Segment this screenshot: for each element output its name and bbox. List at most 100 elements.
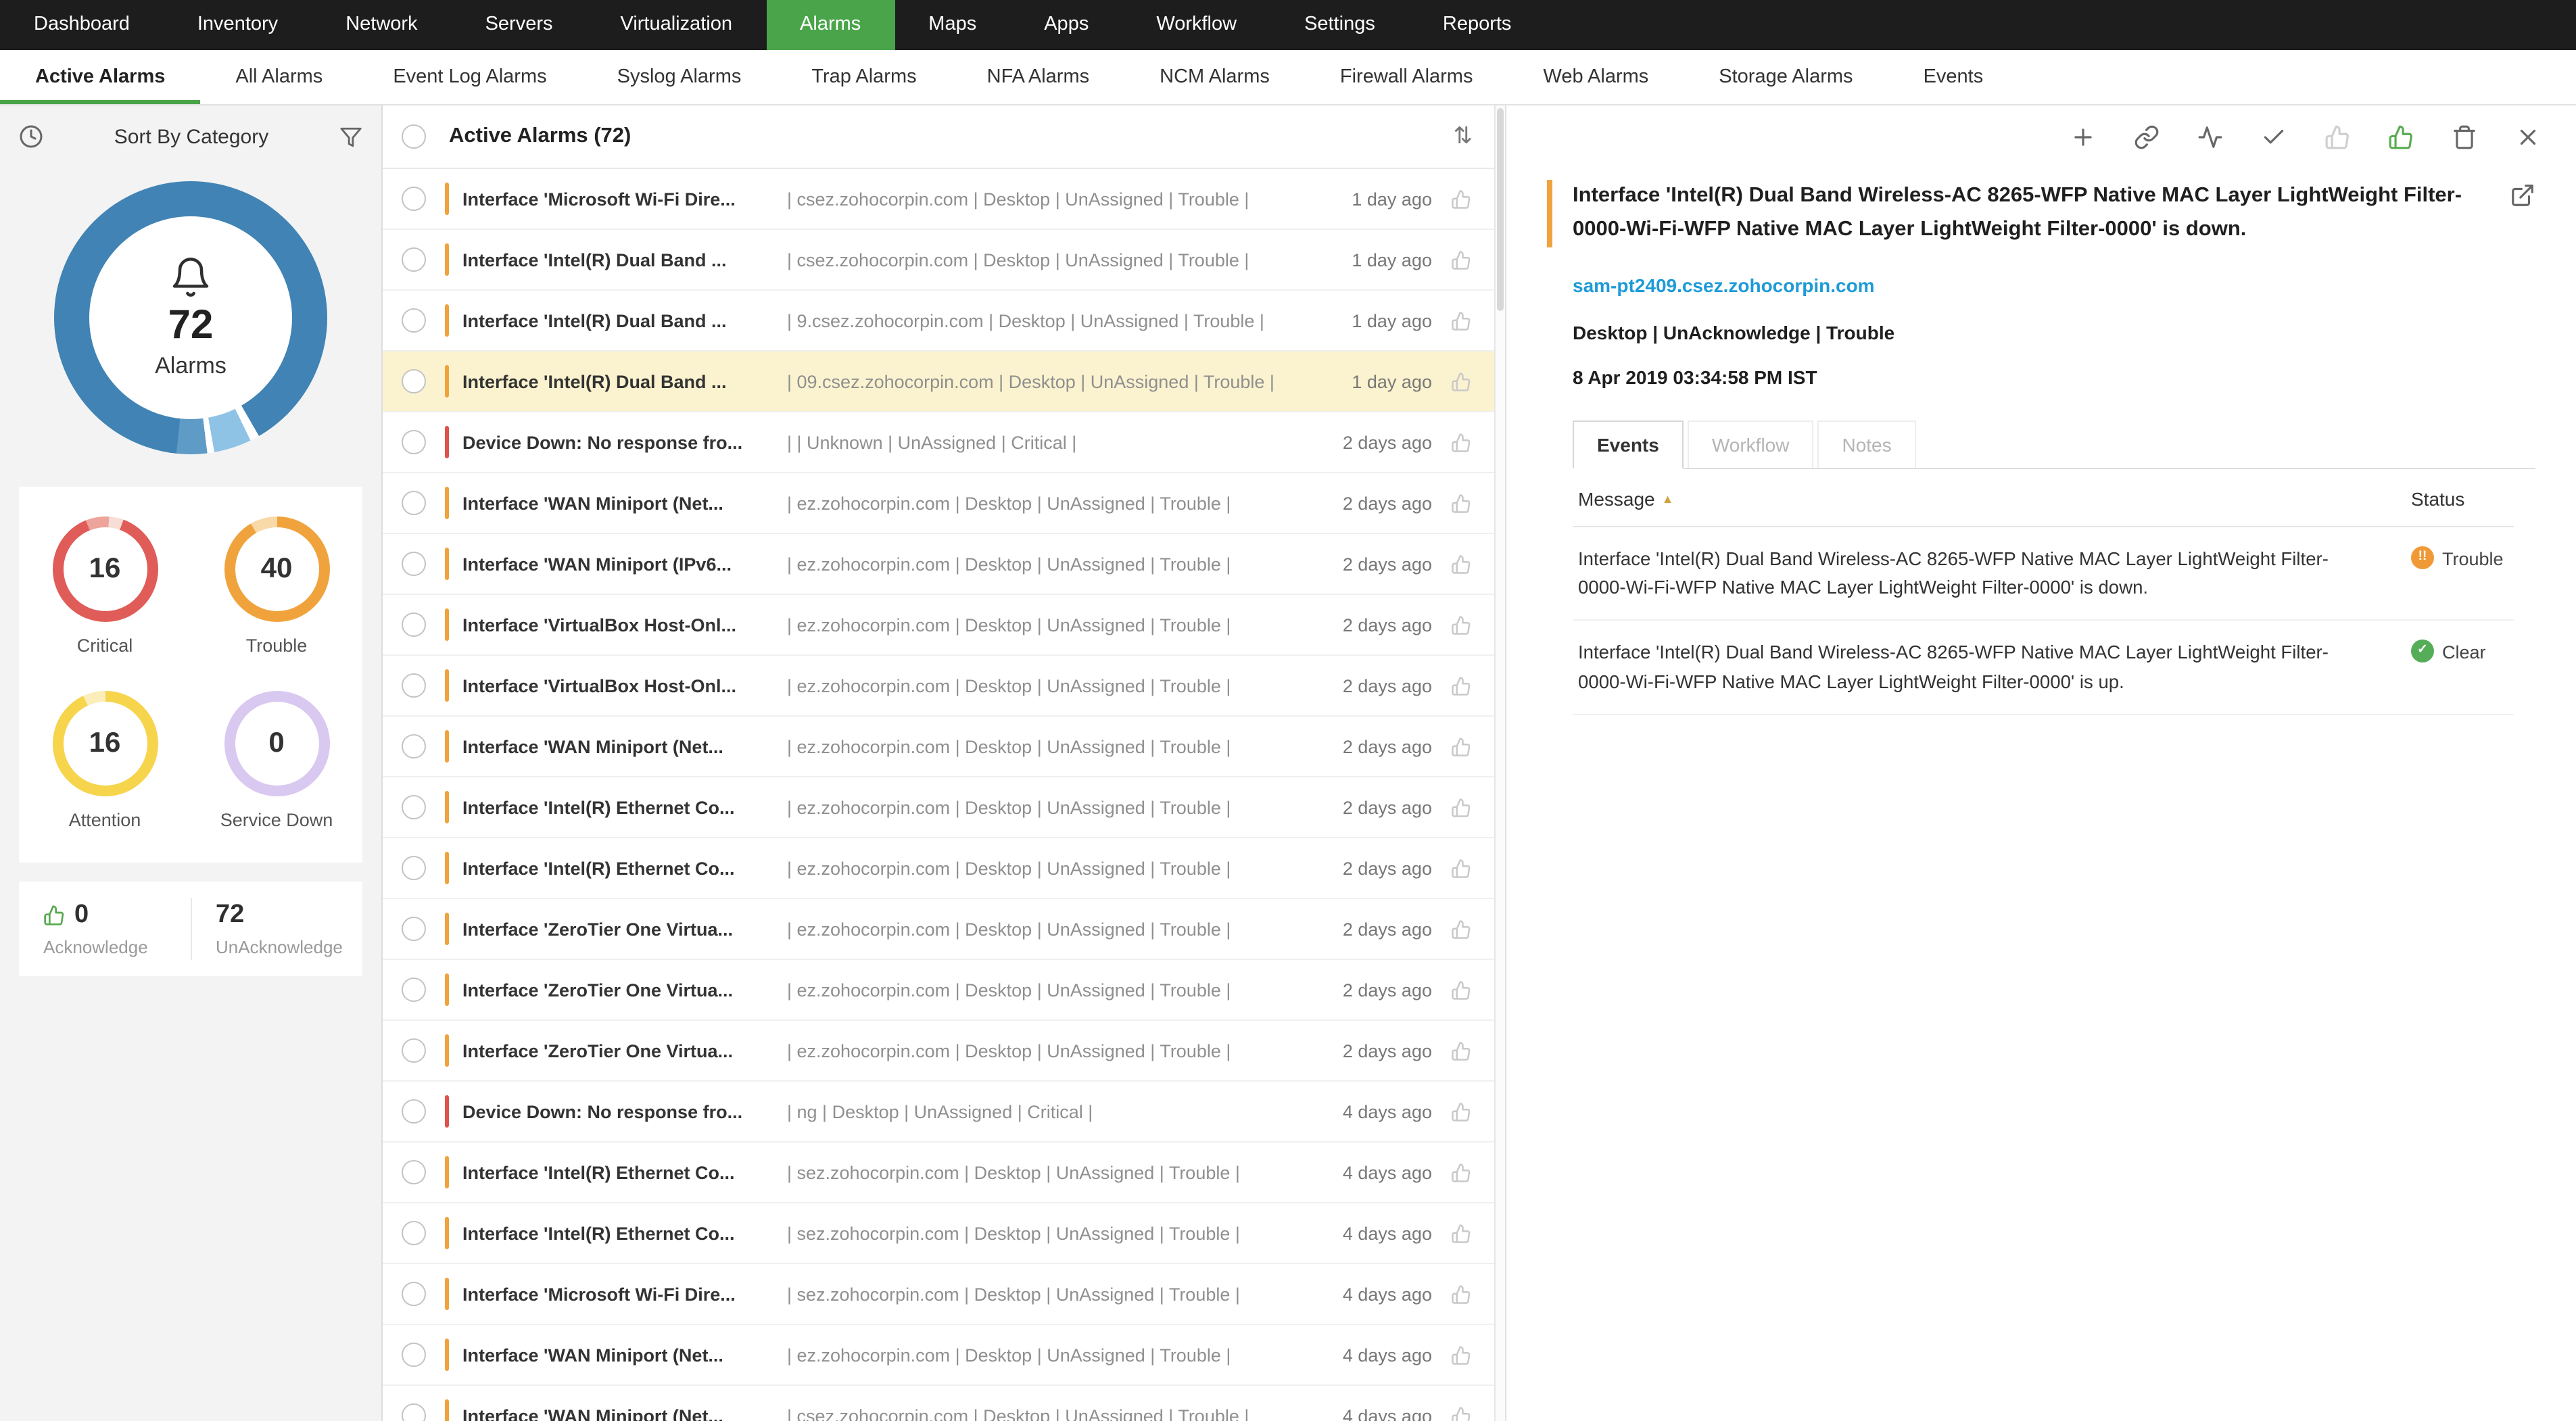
- alarm-row[interactable]: Interface 'Intel(R) Dual Band ... | 09.c…: [383, 352, 1494, 412]
- alarm-subtab[interactable]: NCM Alarms: [1124, 50, 1305, 104]
- row-checkbox[interactable]: [402, 978, 426, 1002]
- row-checkbox[interactable]: [402, 856, 426, 880]
- alarm-row[interactable]: Interface 'ZeroTier One Virtua... | ez.z…: [383, 1021, 1494, 1082]
- acknowledge-thumb-icon[interactable]: [1432, 1101, 1489, 1122]
- row-checkbox[interactable]: [402, 1099, 426, 1124]
- nav-item[interactable]: Servers: [452, 0, 587, 50]
- severity-stat[interactable]: 0 Service Down: [220, 691, 333, 830]
- event-row[interactable]: Interface 'Intel(R) Dual Band Wireless-A…: [1573, 621, 2514, 716]
- row-checkbox[interactable]: [402, 612, 426, 637]
- thumbs-up-green-icon[interactable]: [2388, 124, 2414, 150]
- nav-item[interactable]: Network: [312, 0, 451, 50]
- acknowledge-thumb-icon[interactable]: [1432, 858, 1489, 878]
- alarm-row[interactable]: Interface 'Microsoft Wi-Fi Dire... | cse…: [383, 169, 1494, 230]
- alarm-subtab[interactable]: Trap Alarms: [776, 50, 951, 104]
- acknowledge-thumb-icon[interactable]: [1432, 1405, 1489, 1421]
- acknowledge-thumb-icon[interactable]: [1432, 675, 1489, 696]
- row-checkbox[interactable]: [402, 187, 426, 211]
- alarm-row[interactable]: Device Down: No response fro... | ng | D…: [383, 1082, 1494, 1142]
- alarm-subtab[interactable]: Syslog Alarms: [582, 50, 777, 104]
- acknowledge-thumb-icon[interactable]: [1432, 554, 1489, 574]
- filter-icon[interactable]: [339, 125, 362, 148]
- row-checkbox[interactable]: [402, 369, 426, 393]
- severity-stat[interactable]: 40 Trouble: [224, 516, 329, 656]
- alarm-subtab[interactable]: Event Log Alarms: [358, 50, 581, 104]
- row-checkbox[interactable]: [402, 734, 426, 758]
- acknowledge-thumb-icon[interactable]: [1432, 1040, 1489, 1061]
- acknowledge-thumb-icon[interactable]: [1432, 919, 1489, 939]
- alarm-row[interactable]: Interface 'WAN Miniport (Net... | ez.zoh…: [383, 1325, 1494, 1386]
- row-checkbox[interactable]: [402, 1343, 426, 1367]
- alarm-row[interactable]: Device Down: No response fro... | | Unkn…: [383, 412, 1494, 473]
- alarm-subtab[interactable]: Active Alarms: [0, 50, 200, 104]
- acknowledge-thumb-icon[interactable]: [1432, 1284, 1489, 1304]
- alarm-row[interactable]: Interface 'VirtualBox Host-Onl... | ez.z…: [383, 656, 1494, 717]
- close-icon[interactable]: [2515, 124, 2541, 150]
- alarm-subtab[interactable]: Firewall Alarms: [1305, 50, 1508, 104]
- row-checkbox[interactable]: [402, 247, 426, 272]
- row-checkbox[interactable]: [402, 795, 426, 819]
- acknowledge-check-icon[interactable]: [2261, 124, 2287, 150]
- unacknowledge-stat[interactable]: 72 UnAcknowledge: [190, 898, 362, 960]
- alarm-row[interactable]: Interface 'Intel(R) Ethernet Co... | sez…: [383, 1203, 1494, 1264]
- delete-icon[interactable]: [2452, 124, 2477, 150]
- row-checkbox[interactable]: [402, 1038, 426, 1063]
- sort-updown-icon[interactable]: ⇅: [1454, 123, 1473, 150]
- alarm-subtab[interactable]: Events: [1888, 50, 2019, 104]
- acknowledge-thumb-icon[interactable]: [1432, 249, 1489, 270]
- detail-tab[interactable]: Notes: [1817, 420, 1916, 468]
- severity-stat[interactable]: 16 Attention: [52, 691, 158, 830]
- alarm-row[interactable]: Interface 'Intel(R) Dual Band ... | csez…: [383, 230, 1494, 291]
- acknowledge-thumb-icon[interactable]: [1432, 1345, 1489, 1365]
- row-checkbox[interactable]: [402, 308, 426, 333]
- acknowledge-stat[interactable]: 0 Acknowledge: [19, 898, 190, 960]
- row-checkbox[interactable]: [402, 673, 426, 698]
- nav-item[interactable]: Inventory: [164, 0, 312, 50]
- alarm-subtab[interactable]: Web Alarms: [1508, 50, 1684, 104]
- nav-item[interactable]: Workflow: [1122, 0, 1270, 50]
- acknowledge-thumb-icon[interactable]: [1432, 189, 1489, 209]
- alarm-row[interactable]: Interface 'ZeroTier One Virtua... | ez.z…: [383, 899, 1494, 960]
- add-icon[interactable]: [2070, 124, 2096, 150]
- acknowledge-thumb-icon[interactable]: [1432, 371, 1489, 391]
- activity-icon[interactable]: [2197, 124, 2223, 150]
- row-checkbox[interactable]: [402, 1221, 426, 1245]
- acknowledge-thumb-icon[interactable]: [1432, 1223, 1489, 1243]
- history-clock-icon[interactable]: [19, 124, 43, 149]
- event-row[interactable]: Interface 'Intel(R) Dual Band Wireless-A…: [1573, 527, 2514, 621]
- acknowledge-thumb-icon[interactable]: [1432, 310, 1489, 331]
- alarm-row[interactable]: Interface 'Intel(R) Dual Band ... | 9.cs…: [383, 291, 1494, 352]
- alarm-row[interactable]: Interface 'WAN Miniport (Net... | ez.zoh…: [383, 717, 1494, 777]
- nav-item[interactable]: Reports: [1409, 0, 1546, 50]
- message-column-header[interactable]: Message ▲: [1578, 487, 1673, 509]
- detail-tab[interactable]: Workflow: [1687, 420, 1814, 468]
- acknowledge-thumb-icon[interactable]: [1432, 432, 1489, 452]
- row-checkbox[interactable]: [402, 917, 426, 941]
- alarms-donut-chart[interactable]: 72 Alarms: [54, 181, 327, 454]
- alarm-row[interactable]: Interface 'WAN Miniport (Net... | csez.z…: [383, 1386, 1494, 1421]
- alarm-row[interactable]: Interface 'Microsoft Wi-Fi Dire... | sez…: [383, 1264, 1494, 1325]
- alarm-row[interactable]: Interface 'Intel(R) Ethernet Co... | ez.…: [383, 777, 1494, 838]
- nav-item[interactable]: Settings: [1270, 0, 1409, 50]
- alarm-subtab[interactable]: All Alarms: [200, 50, 358, 104]
- alarm-subtab[interactable]: Storage Alarms: [1684, 50, 1888, 104]
- acknowledge-thumb-icon[interactable]: [1432, 980, 1489, 1000]
- severity-stat[interactable]: 16 Critical: [52, 516, 158, 656]
- scrollbar-thumb[interactable]: [1497, 108, 1504, 311]
- external-link-icon[interactable]: [2510, 183, 2535, 208]
- nav-item[interactable]: Maps: [895, 0, 1010, 50]
- nav-item[interactable]: Apps: [1010, 0, 1122, 50]
- alarm-subtab[interactable]: NFA Alarms: [952, 50, 1125, 104]
- row-checkbox[interactable]: [402, 1403, 426, 1421]
- alarm-row[interactable]: Interface 'ZeroTier One Virtua... | ez.z…: [383, 960, 1494, 1021]
- acknowledge-thumb-icon[interactable]: [1432, 736, 1489, 756]
- alarm-row[interactable]: Interface 'WAN Miniport (IPv6... | ez.zo…: [383, 534, 1494, 595]
- acknowledge-thumb-icon[interactable]: [1432, 797, 1489, 817]
- detail-tab[interactable]: Events: [1573, 420, 1684, 469]
- device-link[interactable]: sam-pt2409.csez.zohocorpin.com: [1573, 274, 1875, 295]
- row-checkbox[interactable]: [402, 1160, 426, 1184]
- row-checkbox[interactable]: [402, 552, 426, 576]
- thumbs-up-icon[interactable]: [2324, 124, 2350, 150]
- alarm-row[interactable]: Interface 'Intel(R) Ethernet Co... | sez…: [383, 1142, 1494, 1203]
- nav-item[interactable]: Virtualization: [587, 0, 767, 50]
